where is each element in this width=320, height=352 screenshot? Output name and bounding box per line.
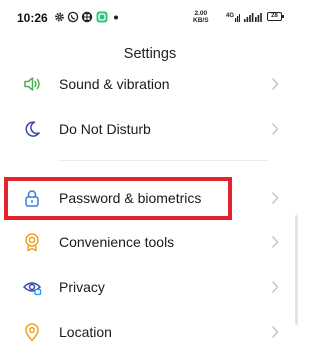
- volte-signal-icon: 4G: [226, 13, 240, 22]
- menu-item-location[interactable]: Location: [0, 312, 300, 352]
- net-speed-unit: KB/S: [193, 16, 209, 24]
- chevron-right-icon: [271, 123, 279, 135]
- signal-bars-icon: [244, 13, 262, 22]
- chevron-right-icon: [271, 192, 279, 204]
- convenience-icon: [25, 233, 39, 252]
- app-icon: [96, 11, 108, 23]
- app-icon: [81, 11, 93, 23]
- chevron-right-icon: [271, 326, 279, 338]
- chevron-right-icon: [271, 281, 279, 293]
- menu-item-label: Convenience tools: [59, 234, 175, 250]
- svg-text:4G: 4G: [226, 13, 234, 19]
- menu-item-label: Location: [59, 324, 112, 340]
- menu-item-label: Do Not Disturb: [59, 121, 151, 137]
- menu-item-convenience-tools[interactable]: Convenience tools: [0, 222, 300, 262]
- menu-item-sound-vibration[interactable]: Sound & vibration: [0, 64, 300, 104]
- menu-item-label: Sound & vibration: [59, 76, 170, 92]
- menu-item-privacy[interactable]: Privacy: [0, 267, 300, 307]
- menu-item-label: Privacy: [59, 279, 105, 295]
- network-speed: 2.00 KB/S: [193, 10, 209, 24]
- status-bar: 10:26 2.00 KB/S 4G 28: [0, 0, 300, 36]
- gear-icon: [55, 12, 64, 22]
- page-title: Settings: [123, 46, 177, 62]
- notification-dot-icon: [114, 15, 118, 20]
- scrollbar[interactable]: [295, 215, 298, 325]
- status-time: 10:26: [17, 11, 48, 25]
- privacy-eye-icon: [22, 282, 42, 296]
- speaker-icon: [24, 77, 40, 91]
- whatsapp-icon: [67, 11, 79, 23]
- location-pin-icon: [25, 323, 39, 342]
- highlight-box: [4, 177, 232, 220]
- menu-item-do-not-disturb[interactable]: Do Not Disturb: [0, 109, 300, 149]
- section-divider: [58, 160, 268, 161]
- chevron-right-icon: [271, 78, 279, 90]
- moon-icon: [25, 121, 40, 137]
- chevron-right-icon: [271, 236, 279, 248]
- battery-indicator: 28: [267, 12, 284, 21]
